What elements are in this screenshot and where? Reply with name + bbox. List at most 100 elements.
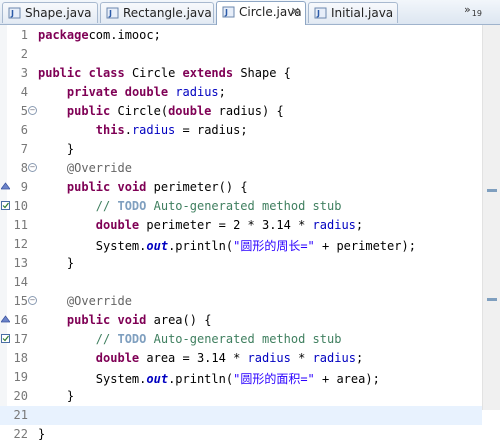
code-text: @Override	[38, 294, 132, 308]
line-number: 1	[20, 28, 28, 42]
code-token: "圆形的周长="	[233, 239, 315, 253]
code-line[interactable]: 11 double perimeter = 2 * 3.14 * radius;	[0, 216, 482, 235]
code-token: public	[66, 313, 111, 327]
fold-collapse-icon[interactable]: −	[28, 163, 37, 172]
code-token: radius	[312, 218, 356, 232]
code-token: }	[66, 389, 75, 403]
code-token: *	[290, 351, 313, 365]
line-number: 20	[13, 389, 28, 403]
code-line[interactable]: 9 public void perimeter() {	[0, 178, 482, 197]
task-checkbox-icon[interactable]	[1, 201, 10, 210]
line-number: 8	[20, 161, 28, 175]
code-token: area = 3.14 *	[139, 351, 248, 365]
code-token: "圆形的面积="	[233, 372, 315, 386]
code-token: perimeter() {	[146, 180, 248, 194]
code-text: double perimeter = 2 * 3.14 * radius;	[38, 218, 363, 232]
code-token: .	[124, 123, 132, 137]
code-line[interactable]: 16 public void area() {	[0, 311, 482, 330]
code-line[interactable]: 7 }	[0, 140, 482, 159]
line-number: 6	[20, 123, 28, 137]
code-token: area() {	[146, 313, 212, 327]
code-token: radius	[131, 123, 176, 137]
code-token: //	[95, 332, 118, 346]
fold-collapse-icon[interactable]: −	[28, 106, 37, 115]
task-marker[interactable]	[487, 298, 497, 301]
code-token: .println(	[168, 372, 234, 386]
code-line[interactable]: 13 }	[0, 254, 482, 273]
code-token: Circle	[124, 66, 183, 80]
svg-text:J: J	[108, 9, 112, 18]
editor-tab-bar: J Shape.java J Rectangle.java J Circle.j…	[0, 0, 500, 25]
code-token: out	[146, 239, 169, 253]
code-token: perimeter = 2 * 3.14 *	[139, 218, 313, 232]
task-checkbox-icon[interactable]	[1, 334, 10, 343]
tab-circle-java[interactable]: J Circle.java ✕	[216, 1, 306, 25]
close-tab-icon[interactable]: ✕	[291, 5, 300, 18]
code-line[interactable]: 17 // TODO Auto-generated method stub	[0, 330, 482, 349]
code-token: radius	[247, 351, 291, 365]
code-line[interactable]: 3 public class Circle extends Shape {	[0, 64, 482, 83]
tab-label: Shape.java	[25, 6, 92, 20]
line-number: 7	[20, 142, 28, 156]
code-token: public	[38, 66, 82, 80]
java-file-icon: J	[106, 7, 119, 19]
code-line[interactable]: 4 private double radius;	[0, 83, 482, 102]
code-token: ;	[355, 351, 364, 365]
task-marker[interactable]	[487, 189, 497, 192]
code-token: }	[66, 142, 75, 156]
code-text: public void perimeter() {	[38, 180, 248, 194]
code-token: class	[88, 66, 125, 80]
code-token: this	[95, 123, 125, 137]
tab-rectangle-java[interactable]: J Rectangle.java	[100, 2, 214, 23]
code-token: double	[168, 104, 212, 118]
code-line[interactable]: 8− @Override	[0, 159, 482, 178]
override-marker-icon[interactable]	[1, 315, 10, 324]
overview-ruler[interactable]	[482, 25, 500, 410]
code-line[interactable]: 5− public Circle(double radius) {	[0, 102, 482, 121]
code-line[interactable]: 18 double area = 3.14 * radius * radius;	[0, 349, 482, 368]
line-number: 10	[13, 199, 28, 213]
override-marker-icon[interactable]	[1, 182, 10, 191]
code-line[interactable]: 22}	[0, 425, 482, 444]
line-number: 19	[13, 370, 28, 384]
code-line[interactable]: 19 System.out.println("圆形的面积=" + area);	[0, 368, 482, 387]
line-number: 17	[13, 332, 28, 346]
tab-initial-java[interactable]: J Initial.java	[308, 2, 398, 23]
code-line[interactable]: 15− @Override	[0, 292, 482, 311]
code-line[interactable]: 10 // TODO Auto-generated method stub	[0, 197, 482, 216]
line-number: 3	[20, 66, 28, 80]
code-token: = radius;	[175, 123, 248, 137]
code-token: Circle(	[110, 104, 169, 118]
code-line[interactable]: 20 }	[0, 387, 482, 406]
code-line[interactable]: 14	[0, 273, 482, 292]
line-number: 9	[20, 180, 28, 194]
code-line[interactable]: 21	[0, 406, 482, 425]
code-token: Auto-generated method stub	[146, 199, 342, 213]
code-editor[interactable]: 1 packagecom.imooc; 2 3 public class Circle …	[0, 25, 500, 441]
tab-overflow-button[interactable]: »19	[464, 3, 482, 18]
code-text: System.out.println("圆形的面积=" + area);	[38, 370, 380, 387]
code-text: this.radius = radius;	[38, 123, 248, 137]
code-token: extends	[182, 66, 234, 80]
line-number: 18	[13, 351, 28, 365]
code-line[interactable]: 6 this.radius = radius;	[0, 121, 482, 140]
tab-shape-java[interactable]: J Shape.java	[2, 2, 98, 23]
code-line[interactable]: 12 System.out.println("圆形的周长=" + perimet…	[0, 235, 482, 254]
code-text: // TODO Auto-generated method stub	[38, 332, 342, 346]
code-line[interactable]: 1 packagecom.imooc;	[0, 26, 482, 45]
code-text: System.out.println("圆形的周长=" + perimeter)…	[38, 237, 416, 254]
code-token: Shape {	[233, 66, 291, 80]
code-token: ;	[355, 218, 364, 232]
code-text: // TODO Auto-generated method stub	[38, 199, 342, 213]
code-text: private double radius;	[38, 85, 226, 99]
code-token: }	[38, 427, 46, 441]
code-line[interactable]: 2	[0, 45, 482, 64]
fold-collapse-icon[interactable]: −	[28, 296, 37, 305]
